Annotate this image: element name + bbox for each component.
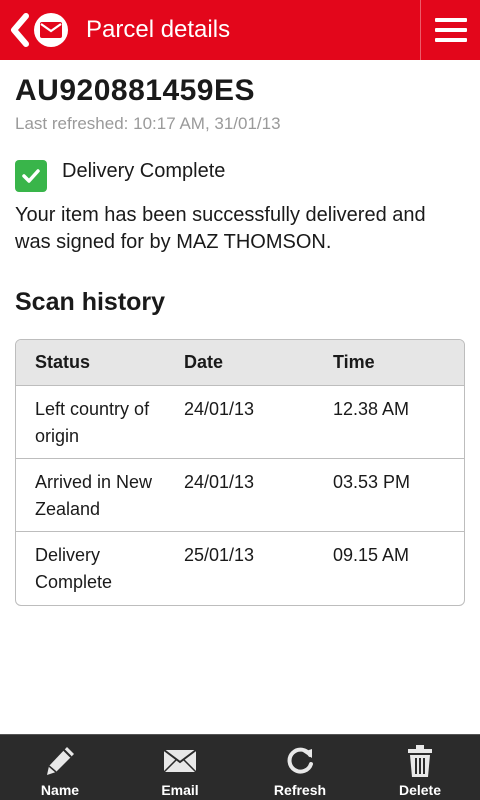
menu-button[interactable] [420, 0, 480, 60]
app-bar: Parcel details [0, 0, 480, 60]
delete-label: Delete [398, 782, 442, 798]
page-title: Parcel details [86, 16, 231, 43]
table-row: Arrived in New Zealand 24/01/13 03.53 PM [16, 459, 464, 532]
refresh-button[interactable]: Refresh [240, 735, 360, 800]
envelope-logo-icon [34, 13, 68, 47]
column-header-time: Time [333, 352, 375, 372]
delivery-message: Your item has been successfully delivere… [15, 204, 426, 253]
table-row: Delivery Complete 25/01/13 09.15 AM [16, 532, 464, 605]
refresh-label: Refresh [273, 782, 327, 798]
status-label: Delivery Complete [62, 159, 226, 182]
envelope-icon [162, 743, 198, 779]
delete-button[interactable]: Delete [360, 735, 480, 800]
row-time: 09.15 AM [333, 545, 410, 565]
row-status: Left country of origin [35, 399, 150, 446]
chevron-left-icon [6, 10, 32, 50]
column-header-status: Status [35, 352, 91, 372]
row-time: 12.38 AM [333, 399, 410, 419]
name-label: Name [40, 782, 80, 798]
tracking-number: AU920881459ES [15, 74, 256, 107]
refresh-icon [282, 743, 318, 779]
pencil-icon [42, 743, 78, 779]
row-date: 25/01/13 [184, 545, 255, 565]
scan-history-table: Status Date Time Left country of origin … [15, 339, 465, 606]
parcel-details-content: AU920881459ES Last refreshed: 10:17 AM, … [0, 60, 480, 606]
hamburger-menu-icon [434, 18, 467, 42]
last-refreshed: Last refreshed: 10:17 AM, 31/01/13 [15, 114, 281, 133]
trash-icon [402, 743, 438, 779]
checkmark-icon [15, 160, 47, 192]
email-button[interactable]: Email [120, 735, 240, 800]
row-date: 24/01/13 [184, 399, 255, 419]
bottom-action-bar: Name Email Refresh Delete [0, 734, 480, 800]
column-header-date: Date [184, 352, 224, 372]
back-button[interactable] [0, 0, 68, 60]
email-label: Email [161, 782, 199, 798]
name-button[interactable]: Name [0, 735, 120, 800]
table-header: Status Date Time [16, 340, 464, 386]
delivery-status: Delivery Complete [15, 160, 465, 192]
row-status: Arrived in New Zealand [35, 472, 153, 519]
scan-history-title: Scan history [15, 288, 166, 316]
row-status: Delivery Complete [35, 545, 113, 592]
row-date: 24/01/13 [184, 472, 255, 492]
row-time: 03.53 PM [333, 472, 411, 492]
table-row: Left country of origin 24/01/13 12.38 AM [16, 386, 464, 459]
